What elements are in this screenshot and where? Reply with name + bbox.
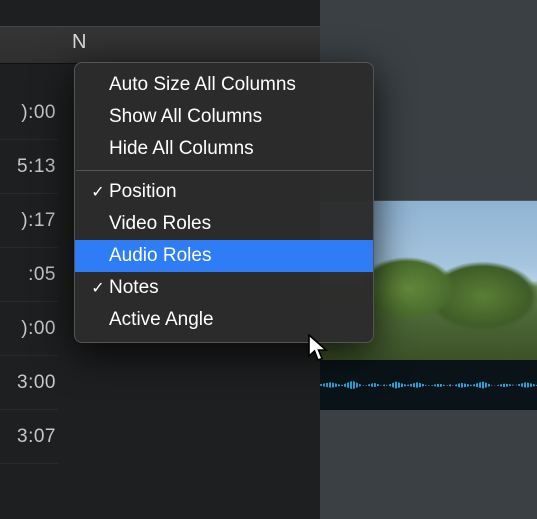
timecode-value: :05	[28, 264, 58, 286]
column-context-menu: Auto Size All Columns Show All Columns Hid…	[74, 62, 374, 343]
menu-item-hide-all-columns[interactable]: Hide All Columns	[75, 133, 373, 165]
menu-section-actions: Auto Size All Columns Show All Columns Hid…	[75, 69, 373, 165]
timecode-list: ):00 5:13 ):17 :05 ):00 3:00 3:07	[0, 86, 58, 464]
timecode-row[interactable]: 3:07	[0, 410, 58, 464]
timecode-row[interactable]: ):00	[0, 302, 58, 356]
menu-item-audio-roles[interactable]: Audio Roles	[75, 240, 373, 272]
timecode-row[interactable]: ):00	[0, 86, 58, 140]
timecode-value: 3:00	[17, 372, 58, 394]
column-header-fragment: N	[72, 31, 86, 54]
timecode-row[interactable]: 5:13	[0, 140, 58, 194]
timecode-value: ):00	[21, 102, 58, 124]
checkmark-icon: ✓	[87, 182, 109, 202]
menu-item-active-angle[interactable]: Active Angle	[75, 304, 373, 336]
menu-item-auto-size-all-columns[interactable]: Auto Size All Columns	[75, 69, 373, 101]
timecode-value: 3:07	[17, 426, 58, 448]
menu-separator	[76, 170, 372, 171]
waveform-graphic	[320, 378, 537, 392]
timecode-row[interactable]: :05	[0, 248, 58, 302]
timecode-row[interactable]: 3:00	[0, 356, 58, 410]
menu-item-label: Position	[109, 181, 177, 203]
column-header-bar[interactable]: N	[0, 26, 320, 64]
timecode-value: ):17	[21, 210, 58, 232]
menu-item-label: Audio Roles	[109, 245, 211, 267]
menu-item-position[interactable]: ✓Position	[75, 176, 373, 208]
menu-item-label: Notes	[109, 277, 159, 299]
timecode-value: ):00	[21, 318, 58, 340]
menu-item-notes[interactable]: ✓Notes	[75, 272, 373, 304]
menu-item-label: Active Angle	[109, 309, 214, 331]
menu-item-video-roles[interactable]: Video Roles	[75, 208, 373, 240]
menu-item-label: Show All Columns	[109, 106, 262, 128]
clip-waveform[interactable]	[320, 360, 537, 410]
menu-item-label: Auto Size All Columns	[109, 74, 296, 96]
timecode-value: 5:13	[17, 156, 58, 178]
menu-item-label: Video Roles	[109, 213, 211, 235]
menu-item-label: Hide All Columns	[109, 138, 254, 160]
timecode-row[interactable]: ):17	[0, 194, 58, 248]
menu-item-show-all-columns[interactable]: Show All Columns	[75, 101, 373, 133]
checkmark-icon: ✓	[87, 278, 109, 298]
menu-section-columns: ✓PositionVideo RolesAudio Roles✓NotesAct…	[75, 176, 373, 336]
